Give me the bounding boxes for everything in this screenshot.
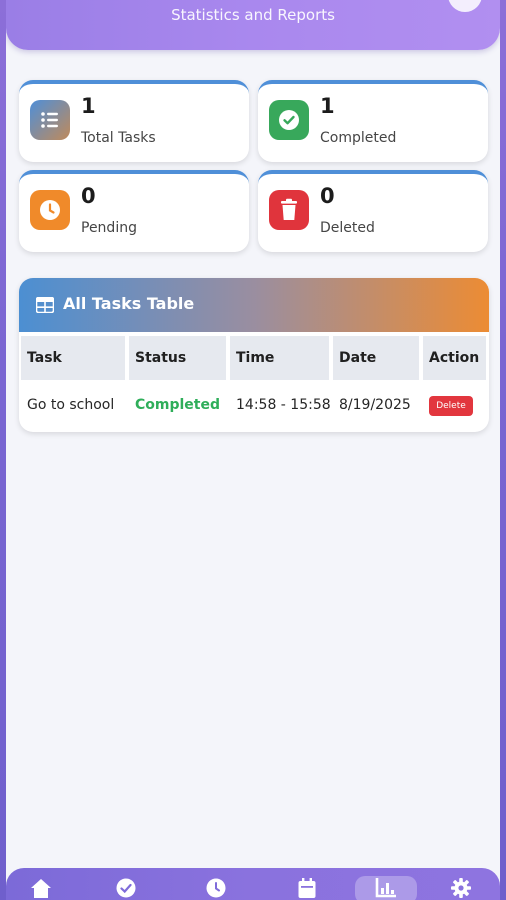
gear-icon[interactable]: [447, 878, 475, 900]
stat-card-total: 1 Total Tasks: [19, 80, 249, 162]
chart-icon[interactable]: [372, 878, 400, 900]
list-icon: [30, 100, 70, 140]
clock-icon: [30, 190, 70, 230]
cell-time: 14:58 - 15:58: [236, 397, 331, 413]
check-icon[interactable]: [112, 878, 140, 900]
stat-value-deleted: 0: [320, 184, 335, 208]
app-screen: Statistics and Reports 1 Total Tasks 1 C…: [6, 0, 500, 900]
trash-icon: [269, 190, 309, 230]
stat-card-completed: 1 Completed: [258, 80, 488, 162]
column-header-date: Date: [333, 336, 419, 380]
cell-task: Go to school: [27, 397, 115, 413]
stat-value-completed: 1: [320, 94, 335, 118]
stat-value-pending: 0: [81, 184, 96, 208]
clock-icon[interactable]: [202, 878, 230, 900]
page-subtitle: Statistics and Reports: [171, 6, 335, 24]
home-icon[interactable]: [27, 878, 55, 900]
stat-label-pending: Pending: [81, 220, 137, 236]
table-title: All Tasks Table: [63, 294, 195, 313]
stat-card-pending: 0 Pending: [19, 170, 249, 252]
cell-date: 8/19/2025: [339, 397, 411, 413]
delete-button[interactable]: Delete: [429, 396, 473, 416]
tasks-table-card: All Tasks Table Task Status Time Date Ac…: [19, 278, 489, 432]
column-header-time: Time: [230, 336, 329, 380]
calendar-icon[interactable]: [293, 878, 321, 900]
stat-label-total: Total Tasks: [81, 130, 156, 146]
table-header-bar: All Tasks Table: [19, 278, 489, 332]
stat-card-deleted: 0 Deleted: [258, 170, 488, 252]
stat-value-total: 1: [81, 94, 96, 118]
bottom-nav: [6, 868, 500, 900]
column-header-status: Status: [129, 336, 226, 380]
table-icon: [35, 296, 55, 317]
cell-status: Completed: [135, 397, 221, 413]
stat-label-deleted: Deleted: [320, 220, 375, 236]
header-bar: Statistics and Reports: [6, 0, 500, 50]
stat-label-completed: Completed: [320, 130, 397, 146]
column-header-action: Action: [423, 336, 486, 380]
check-circle-icon: [269, 100, 309, 140]
column-header-task: Task: [21, 336, 125, 380]
